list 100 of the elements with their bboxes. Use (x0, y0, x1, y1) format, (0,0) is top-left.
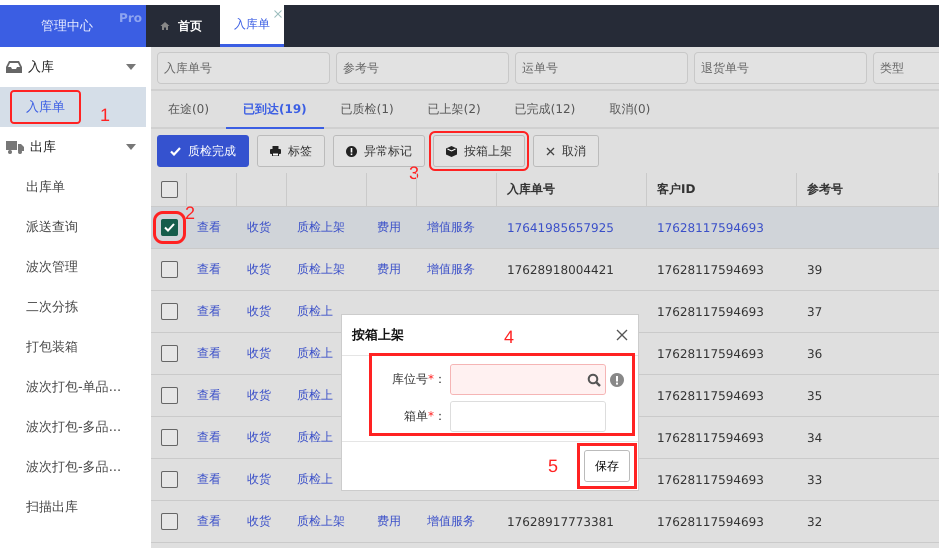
close-icon[interactable] (616, 329, 628, 341)
column-header: 入库单号 (507, 181, 555, 198)
checkbox[interactable] (161, 261, 178, 278)
checkbox[interactable] (161, 429, 178, 446)
customer-id: 17628117594693 (657, 304, 764, 318)
filter-field[interactable]: 入库单号 (157, 52, 330, 84)
status-tab[interactable]: 已上架(2) (410, 91, 498, 127)
action-link[interactable]: 质检上 (297, 471, 333, 488)
action-link[interactable]: 收货 (247, 219, 271, 236)
customer-id: 17628117594693 (657, 346, 764, 360)
menu-item[interactable]: 扫描出库 (26, 498, 78, 516)
toolbar-button[interactable]: 异常标记 (333, 135, 425, 167)
table-row[interactable]: 查看 收货 质检上架 费用 增值服务 17628918004421 17628117594693 39 (151, 249, 939, 291)
checkbox[interactable] (161, 471, 178, 488)
status-tab[interactable]: 已完成(12) (498, 91, 592, 127)
table-row[interactable]: 查看 收货 质检上架 费用 增值服务 17628917773381 17628117594693 32 (151, 501, 939, 543)
status-tab[interactable]: 取消(0) (592, 91, 668, 127)
action-link[interactable]: 查看 (197, 261, 221, 278)
customer-id: 17628117594693 (657, 472, 764, 486)
checkbox[interactable] (161, 513, 178, 530)
menu-item[interactable]: 打包装箱 (26, 338, 78, 356)
checkbox[interactable] (161, 345, 178, 362)
action-link[interactable]: 质检上 (297, 303, 333, 320)
alert-icon (346, 146, 357, 156)
input-field[interactable] (450, 364, 606, 395)
action-link[interactable]: 质检上架 (297, 219, 345, 236)
order-number: 17628917773381 (507, 514, 614, 528)
check-icon (170, 146, 181, 156)
toolbar-button[interactable]: 取消 (533, 135, 599, 167)
filter-field[interactable]: 运单号 (515, 52, 688, 84)
customer-id: 17628117594693 (657, 430, 764, 444)
filter-field[interactable]: 类型 (873, 52, 939, 84)
menu-group[interactable]: 出库 (0, 127, 146, 167)
menu-item[interactable]: 出库单 (26, 178, 65, 196)
action-link[interactable]: 质检上架 (297, 261, 345, 278)
action-link[interactable]: 查看 (197, 429, 221, 446)
menu-item[interactable]: 二次分拣 (26, 298, 78, 316)
menu-item[interactable]: 波次打包-多品... (26, 418, 122, 436)
action-link[interactable]: 增值服务 (427, 261, 475, 278)
callout-number: 1 (100, 105, 110, 126)
action-link[interactable]: 收货 (247, 513, 271, 530)
action-link[interactable]: 质检上 (297, 429, 333, 446)
order-number[interactable]: 17641985657925 (507, 220, 614, 234)
toolbar-button[interactable]: 标签 (257, 135, 325, 167)
action-link[interactable]: 收货 (247, 429, 271, 446)
order-number: 17628918004421 (507, 262, 614, 276)
action-link[interactable]: 增值服务 (427, 513, 475, 530)
app-title: 管理中心 (41, 18, 93, 35)
status-tab[interactable]: 在途(0) (151, 91, 226, 127)
customer-id: 17628117594693 (657, 262, 764, 276)
action-link[interactable]: 查看 (197, 219, 221, 236)
customer-id: 17628117594693 (657, 514, 764, 528)
filter-field[interactable]: 参考号 (336, 52, 509, 84)
toolbar-button[interactable]: 质检完成 (157, 135, 249, 167)
save-button[interactable]: 保存 (584, 450, 630, 482)
menu-item[interactable]: 波次打包-多品... (26, 458, 122, 476)
action-link[interactable]: 查看 (197, 303, 221, 320)
action-link[interactable]: 收货 (247, 387, 271, 404)
table-row[interactable]: 2 查看 收货 质检上架 费用 增值服务 17641985657925 17628117594693 (151, 207, 939, 249)
inbox-icon (6, 61, 22, 73)
printer-icon (270, 146, 281, 156)
action-link[interactable]: 收货 (247, 471, 271, 488)
action-link[interactable]: 费用 (377, 219, 401, 236)
filter-field[interactable]: 退货单号 (694, 52, 867, 84)
action-link[interactable]: 收货 (247, 261, 271, 278)
cube-icon (446, 146, 457, 156)
truck-icon (6, 140, 24, 154)
status-tab[interactable]: 已质检(1) (324, 91, 411, 127)
menu-item[interactable]: 派送查询 (26, 218, 78, 236)
action-link[interactable]: 查看 (197, 345, 221, 362)
menu-item[interactable]: 入库单 (12, 92, 79, 122)
action-link[interactable]: 质检上 (297, 387, 333, 404)
action-link[interactable]: 查看 (197, 513, 221, 530)
search-icon[interactable] (587, 372, 601, 386)
action-link[interactable]: 增值服务 (427, 219, 475, 236)
page-tab[interactable]: 入库单 (220, 5, 284, 47)
reference-number: 33 (807, 472, 822, 486)
checkbox[interactable] (161, 387, 178, 404)
menu-item[interactable]: 波次管理 (26, 258, 78, 276)
action-link[interactable]: 费用 (377, 261, 401, 278)
page-tab[interactable]: 首页 (146, 5, 216, 47)
customer-id: 17628117594693 (657, 388, 764, 402)
action-link[interactable]: 收货 (247, 345, 271, 362)
close-icon (546, 146, 555, 156)
action-link[interactable]: 收货 (247, 303, 271, 320)
menu-item[interactable]: 波次打包-单品... (26, 378, 122, 396)
action-link[interactable]: 质检上架 (297, 513, 345, 530)
action-link[interactable]: 查看 (197, 471, 221, 488)
column-header: 客户ID (657, 181, 696, 198)
customer-id[interactable]: 17628117594693 (657, 220, 764, 234)
action-link[interactable]: 查看 (197, 387, 221, 404)
checkbox[interactable] (161, 303, 178, 320)
action-link[interactable]: 质检上 (297, 345, 333, 362)
checkbox[interactable] (161, 181, 178, 198)
status-tab[interactable]: 已到达(19) (226, 91, 324, 129)
toolbar-button[interactable]: 按箱上架 (433, 135, 525, 167)
action-link[interactable]: 费用 (377, 513, 401, 530)
menu-group[interactable]: 入库 (0, 47, 146, 87)
input-field[interactable] (450, 401, 606, 432)
checkbox[interactable] (161, 219, 178, 236)
